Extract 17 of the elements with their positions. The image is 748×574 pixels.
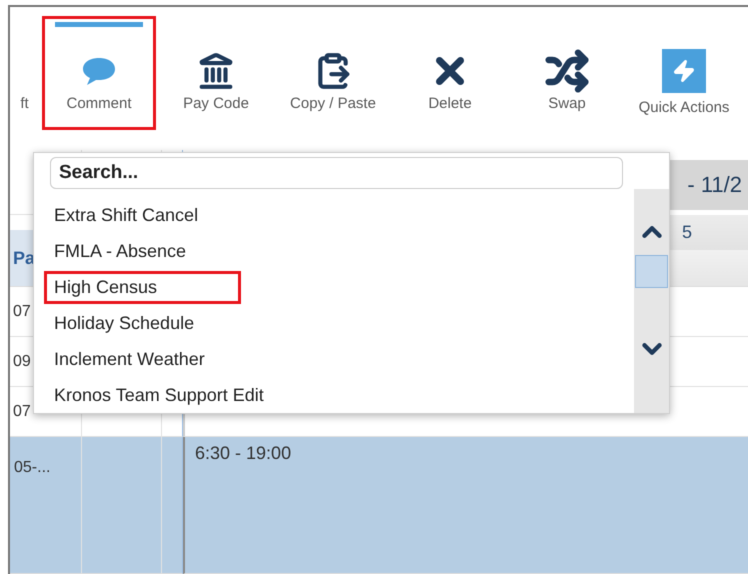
toolbar-button[interactable]: Swap [510, 16, 624, 130]
list-item[interactable]: High Census [44, 270, 241, 304]
toolbar-button[interactable]: Copy / Paste [276, 16, 390, 130]
bank-icon [197, 52, 235, 90]
scrollbar[interactable] [634, 189, 669, 413]
toolbar-button[interactable]: Delete [393, 16, 507, 130]
shift-time: 6:30 - 19:00 [195, 443, 292, 463]
toolbar-button[interactable]: Pay Code [159, 16, 273, 130]
table-cell: 05-... [10, 437, 82, 574]
toolbar-button[interactable]: Quick Actions [627, 16, 741, 130]
toolbar-button[interactable]: ft [10, 16, 39, 130]
speech-bubble-icon [81, 56, 117, 86]
scroll-thumb[interactable] [635, 255, 668, 288]
toolbar-button[interactable]: Comment [42, 16, 156, 130]
shuffle-icon [545, 49, 589, 93]
lightning-icon [662, 49, 706, 93]
search-field[interactable]: Search... [50, 157, 623, 189]
